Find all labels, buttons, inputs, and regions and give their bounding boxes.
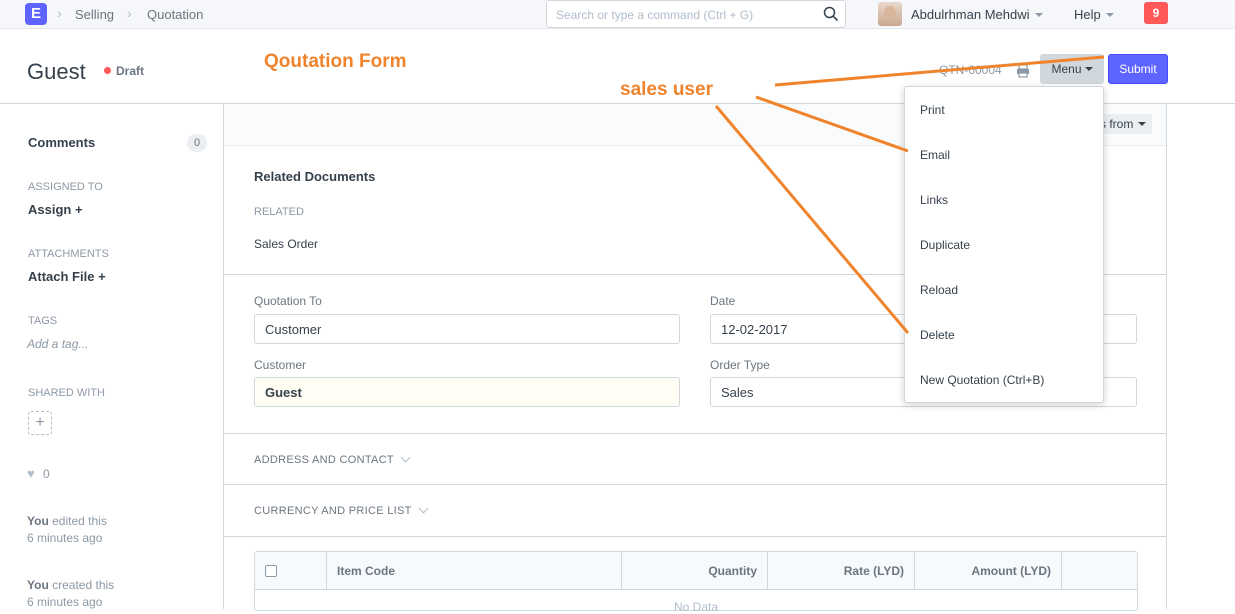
activity-time: 6 minutes ago	[27, 595, 103, 609]
menu-item-duplicate[interactable]: Duplicate	[920, 238, 970, 252]
date-label: Date	[710, 294, 736, 308]
help-menu[interactable]: Help	[1074, 7, 1114, 22]
column-rate[interactable]: Rate (LYD)	[768, 552, 915, 590]
menu-item-reload[interactable]: Reload	[920, 283, 958, 297]
caret-down-icon	[1084, 67, 1093, 71]
menu-item-new-quotation[interactable]: New Quotation (Ctrl+B)	[920, 373, 1044, 387]
currency-price-list-label: CURRENCY AND PRICE LIST	[254, 505, 412, 517]
activity-item: You created this 6 minutes ago	[27, 577, 114, 611]
items-table-header: Item Code Quantity Rate (LYD) Amount (LY…	[255, 552, 1137, 590]
menu-item-email[interactable]: Email	[920, 148, 950, 162]
form-sidebar: Comments 0 ASSIGNED TO Assign + ATTACHME…	[0, 104, 223, 609]
annotation-form-title: Qoutation Form	[264, 51, 407, 72]
address-contact-section[interactable]: ADDRESS AND CONTACT	[224, 434, 1166, 485]
activity-actor: You	[27, 578, 49, 592]
add-tag-input[interactable]: Add a tag...	[27, 337, 88, 351]
page-title: Guest	[27, 59, 86, 84]
empty-table-text: No Data	[673, 600, 719, 614]
search-placeholder: Search or type a command (Ctrl + G)	[556, 8, 754, 22]
add-share-button[interactable]: +	[28, 411, 52, 435]
help-label: Help	[1074, 7, 1101, 22]
currency-price-list-section[interactable]: CURRENCY AND PRICE LIST	[224, 485, 1166, 536]
order-type-label: Order Type	[710, 358, 770, 372]
search-icon[interactable]	[823, 6, 839, 22]
activity-action: edited this	[52, 514, 107, 528]
heart-icon[interactable]: ♥	[27, 466, 35, 481]
activity-item: You edited this 6 minutes ago	[27, 513, 107, 547]
select-all-checkbox[interactable]	[265, 565, 277, 577]
shared-with-label: SHARED WITH	[28, 387, 105, 399]
assigned-to-label: ASSIGNED TO	[28, 181, 103, 193]
assign-button[interactable]: Assign +	[28, 202, 83, 217]
breadcrumb-selling[interactable]: Selling	[75, 7, 114, 22]
caret-down-icon	[1034, 13, 1043, 17]
menu-button-label: Menu	[1051, 62, 1082, 76]
related-sales-order-link[interactable]: Sales Order	[254, 237, 318, 251]
chevron-right-icon: ›	[57, 5, 62, 21]
select-all-cell	[255, 552, 327, 590]
activity-time: 6 minutes ago	[27, 531, 103, 545]
attachments-label: ATTACHMENTS	[28, 248, 109, 260]
quotation-to-field[interactable]: Customer	[254, 314, 680, 344]
caret-down-icon	[1105, 13, 1114, 17]
get-items-label: s from	[1100, 117, 1134, 131]
column-amount[interactable]: Amount (LYD)	[915, 552, 1062, 590]
document-name: QTN-00004	[939, 63, 1002, 77]
customer-label: Customer	[254, 358, 307, 372]
menu-button[interactable]: Menu	[1040, 54, 1104, 84]
annotation-sales-user: sales user	[620, 79, 713, 100]
related-documents-title: Related Documents	[254, 169, 376, 184]
menu-item-delete[interactable]: Delete	[920, 328, 955, 342]
activity-actor: You	[27, 514, 49, 528]
status-badge: Draft	[116, 64, 145, 78]
address-contact-header[interactable]: ADDRESS AND CONTACT	[254, 452, 411, 466]
breadcrumb-quotation[interactable]: Quotation	[147, 7, 203, 22]
user-name: Abdulrhman Mehdwi	[911, 7, 1030, 22]
caret-down-icon	[1138, 122, 1147, 126]
search-input[interactable]: Search or type a command (Ctrl + G)	[546, 0, 846, 28]
divider	[224, 536, 1166, 537]
customer-field[interactable]: Guest	[254, 377, 680, 407]
chevron-right-icon: ›	[127, 5, 132, 21]
like-count: 0	[43, 467, 50, 481]
menu-item-print[interactable]: Print	[920, 103, 945, 117]
top-navbar: E › Selling › Quotation Search or type a…	[0, 0, 1235, 29]
related-label: RELATED	[254, 206, 304, 218]
tags-label: TAGS	[28, 315, 58, 327]
app-logo[interactable]: E	[25, 3, 47, 25]
status-dot-icon	[104, 67, 111, 74]
column-quantity[interactable]: Quantity	[622, 552, 768, 590]
attach-file-button[interactable]: Attach File +	[28, 269, 106, 284]
address-contact-label: ADDRESS AND CONTACT	[254, 454, 394, 466]
chevron-down-icon	[400, 452, 411, 463]
items-table: Item Code Quantity Rate (LYD) Amount (LY…	[254, 551, 1138, 614]
notification-badge[interactable]: 9	[1144, 2, 1168, 24]
quotation-to-label: Quotation To	[254, 294, 322, 308]
comments-link[interactable]: Comments	[28, 135, 95, 150]
menu-item-links[interactable]: Links	[920, 193, 948, 207]
column-item-code[interactable]: Item Code	[327, 552, 622, 590]
avatar[interactable]	[878, 2, 902, 26]
print-icon[interactable]	[1016, 64, 1030, 78]
currency-price-list-header[interactable]: CURRENCY AND PRICE LIST	[254, 503, 429, 517]
activity-action: created this	[52, 578, 115, 592]
comments-count: 0	[187, 134, 207, 152]
menu-dropdown: Print Email Links Duplicate Reload Delet…	[904, 86, 1104, 403]
submit-button[interactable]: Submit	[1108, 54, 1168, 84]
chevron-down-icon	[418, 503, 429, 514]
user-menu[interactable]: Abdulrhman Mehdwi	[911, 7, 1043, 22]
